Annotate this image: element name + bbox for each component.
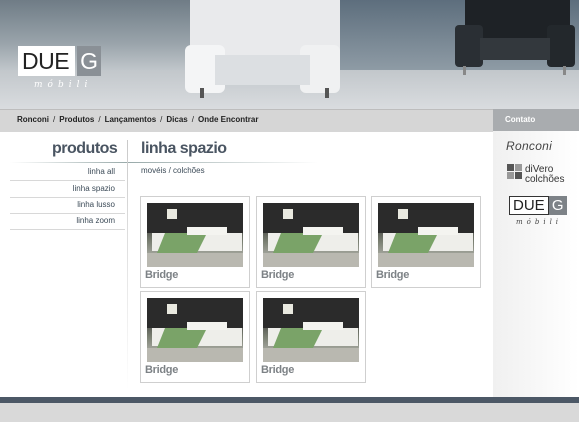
logo-letter: G [77,46,102,76]
nav-separator: / [191,115,194,124]
bed-image [263,203,359,267]
product-label: Bridge [145,269,179,281]
divero-subtitle: colchões [525,174,565,185]
dark-armchair-image [455,0,575,75]
bed-image [147,298,243,362]
logo-subtitle: móbili [34,80,93,90]
logo-text: DUE [18,46,76,76]
bed-image [147,203,243,267]
product-card[interactable]: Bridge [256,196,366,288]
divero-icon [507,164,522,179]
sidebar-title: produtos [52,140,118,157]
breadcrumb: movéis / colchões [141,166,205,175]
title-divider [128,162,318,163]
nav-item-onde-encontrar[interactable]: Onde Encontrar [198,115,258,124]
sidebar-item-linha-all[interactable]: linha all [10,164,125,181]
dueg-logo-text: DUE [509,196,549,215]
dueg-logo-letter: G [548,196,567,215]
product-card[interactable]: Bridge [140,291,250,383]
product-label: Bridge [145,364,179,376]
bed-image [263,298,359,362]
nav-item-dicas[interactable]: Dicas [166,115,187,124]
nav-item-ronconi[interactable]: Ronconi [17,115,49,124]
product-label: Bridge [261,364,295,376]
page-title: linha spazio [141,140,227,157]
divero-logo[interactable]: diVero colchões [507,164,571,188]
dueg-logo-subtitle: móbili [516,218,563,226]
nav-item-lancamentos[interactable]: Lançamentos [105,115,157,124]
column-divider [127,140,128,390]
product-label: Bridge [376,269,410,281]
brand-logo[interactable]: DUE G [18,46,102,76]
product-card[interactable]: Bridge [256,291,366,383]
armchair-image [185,0,340,98]
contact-link[interactable]: Contato [493,109,579,131]
nav-separator: / [98,115,101,124]
sidebar-item-linha-zoom[interactable]: linha zoom [10,213,125,230]
nav-item-produtos[interactable]: Produtos [59,115,94,124]
nav-separator: / [160,115,163,124]
footer [0,403,579,422]
sidebar-item-linha-lusso[interactable]: linha lusso [10,197,125,214]
dueg-logo[interactable]: DUE G [509,196,567,215]
bed-image [378,203,474,267]
nav-links: Ronconi / Produtos / Lançamentos / Dicas / Onde … [17,115,258,124]
product-card[interactable]: Bridge [371,196,481,288]
ronconi-logo[interactable]: Ronconi [506,139,552,153]
product-card[interactable]: Bridge [140,196,250,288]
sidebar-item-linha-spazio[interactable]: linha spazio [10,181,125,198]
header-banner: DUE G móbili [0,0,579,109]
sidebar-divider [10,162,127,163]
nav-separator: / [53,115,56,124]
product-label: Bridge [261,269,295,281]
